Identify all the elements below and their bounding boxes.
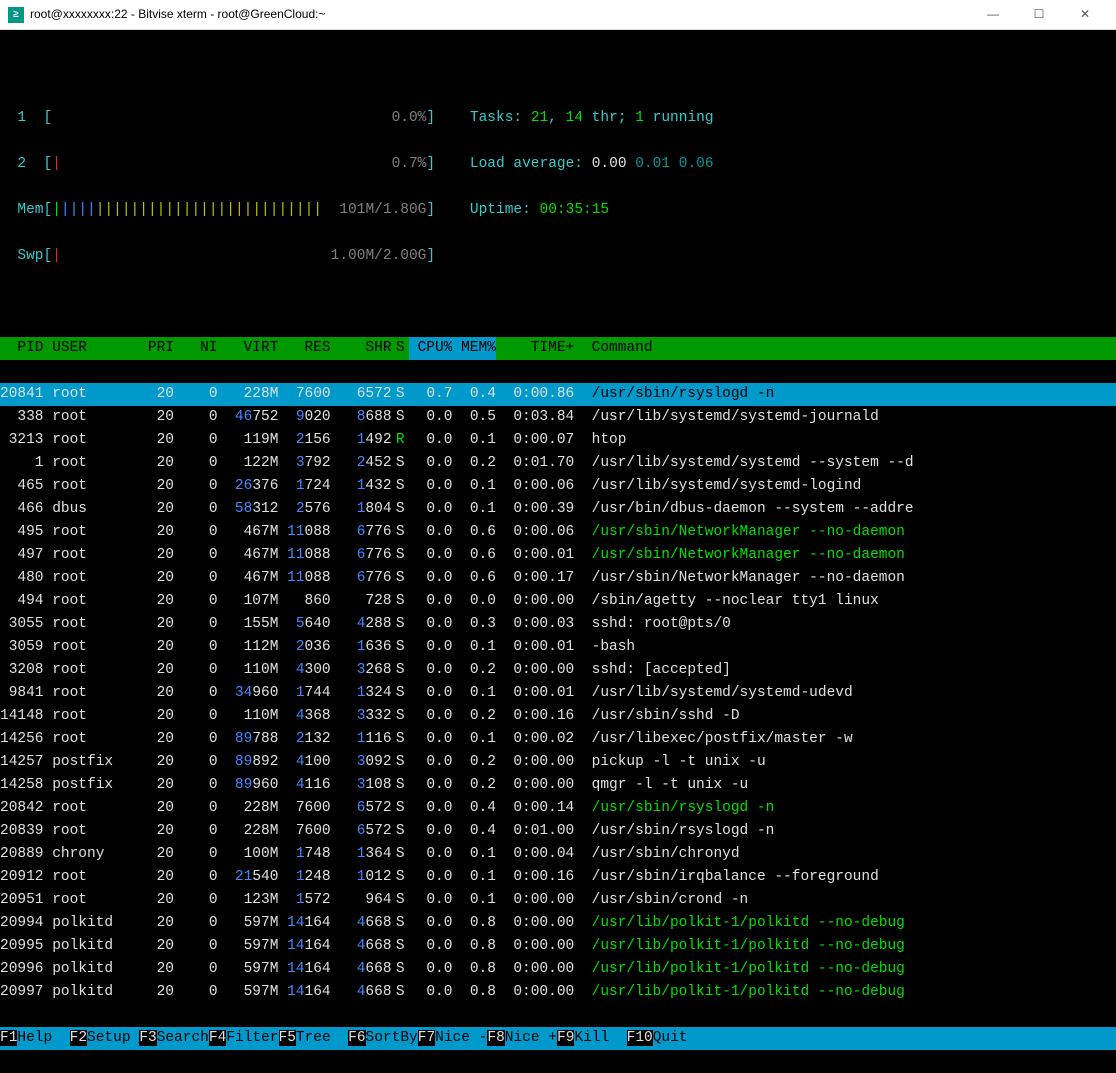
table-row[interactable]: 480root200467M110886776S0.00.60:00.17/us… [0, 567, 1116, 590]
f5-key[interactable]: F5 [279, 1030, 296, 1046]
hdr-ni[interactable]: NI [174, 337, 218, 360]
f3-key[interactable]: F3 [139, 1030, 156, 1046]
hdr-user[interactable]: USER [44, 337, 122, 360]
f1-help[interactable]: Help [17, 1030, 69, 1046]
table-row[interactable]: 14148root200110M43683332S0.00.20:00.16/u… [0, 705, 1116, 728]
mem-meter: Mem[|||||||||||||||||||||||||||||||101M/… [0, 199, 1116, 222]
minimize-button[interactable]: — [970, 0, 1016, 30]
blank-line [0, 61, 1116, 84]
f5-tree[interactable]: Tree [296, 1030, 348, 1046]
table-row[interactable]: 20841root200228M76006572S0.70.40:00.86/u… [0, 383, 1116, 406]
table-row[interactable]: 495root200467M110886776S0.00.60:00.06/us… [0, 521, 1116, 544]
f4-filter[interactable]: Filter [226, 1030, 278, 1046]
hdr-cmd[interactable]: Command [574, 337, 652, 360]
f8-nice-plus[interactable]: Nice + [505, 1030, 557, 1046]
process-list[interactable]: 20841root200228M76006572S0.70.40:00.86/u… [0, 383, 1116, 1004]
table-row[interactable]: 465root2002637617241432S0.00.10:00.06/us… [0, 475, 1116, 498]
app-icon: ≥ [8, 7, 24, 23]
f6-key[interactable]: F6 [348, 1030, 365, 1046]
hdr-mem[interactable]: MEM% [452, 337, 496, 360]
hdr-shr[interactable]: SHR [331, 337, 392, 360]
f9-key[interactable]: F9 [557, 1030, 574, 1046]
table-row[interactable]: 14257postfix2008989241003092S0.00.20:00.… [0, 751, 1116, 774]
f9-kill[interactable]: Kill [574, 1030, 626, 1046]
f6-sortby[interactable]: SortBy [366, 1030, 418, 1046]
terminal[interactable]: 1 [0.0%] Tasks: 21, 14 thr; 1 running 2 … [0, 30, 1116, 1073]
table-row[interactable]: 20996polkitd200597M141644668S0.00.80:00.… [0, 958, 1116, 981]
swp-meter: Swp[|1.00M/2.00G] [0, 245, 1116, 268]
table-row[interactable]: 3059root200112M20361636S0.00.10:00.01-ba… [0, 636, 1116, 659]
table-row[interactable]: 338root2004675290208688S0.00.50:03.84/us… [0, 406, 1116, 429]
cpu2-meter: 2 [|0.7%] Load average: 0.00 0.01 0.06 [0, 153, 1116, 176]
table-row[interactable]: 466dbus2005831225761804S0.00.10:00.39/us… [0, 498, 1116, 521]
table-row[interactable]: 494root200107M860728S0.00.00:00.00/sbin/… [0, 590, 1116, 613]
maximize-button[interactable]: ☐ [1016, 0, 1062, 30]
f1-key[interactable]: F1 [0, 1030, 17, 1046]
table-row[interactable]: 1root200122M37922452S0.00.20:01.70/usr/l… [0, 452, 1116, 475]
f7-nice-minus[interactable]: Nice - [435, 1030, 487, 1046]
cpu1-meter: 1 [0.0%] Tasks: 21, 14 thr; 1 running [0, 107, 1116, 130]
table-row[interactable]: 20842root200228M76006572S0.00.40:00.14/u… [0, 797, 1116, 820]
f10-key[interactable]: F10 [627, 1030, 653, 1046]
f4-key[interactable]: F4 [209, 1030, 226, 1046]
hdr-time[interactable]: TIME+ [496, 337, 574, 360]
table-row[interactable]: 20912root2002154012481012S0.00.10:00.16/… [0, 866, 1116, 889]
hdr-pri[interactable]: PRI [122, 337, 174, 360]
table-row[interactable]: 14258postfix2008996041163108S0.00.20:00.… [0, 774, 1116, 797]
table-row[interactable]: 497root200467M110886776S0.00.60:00.01/us… [0, 544, 1116, 567]
table-row[interactable]: 20995polkitd200597M141644668S0.00.80:00.… [0, 935, 1116, 958]
function-bar: F1Help F2Setup F3SearchF4FilterF5Tree F6… [0, 1027, 1116, 1050]
table-header[interactable]: PIDUSERPRINIVIRTRESSHRSCPU%MEM%TIME+Comm… [0, 337, 1116, 360]
close-button[interactable]: ✕ [1062, 0, 1108, 30]
table-row[interactable]: 20889chrony200100M17481364S0.00.10:00.04… [0, 843, 1116, 866]
table-row[interactable]: 20839root200228M76006572S0.00.40:01.00/u… [0, 820, 1116, 843]
f2-setup[interactable]: Setup [87, 1030, 139, 1046]
table-row[interactable]: 14256root2008978821321116S0.00.10:00.02/… [0, 728, 1116, 751]
f2-key[interactable]: F2 [70, 1030, 87, 1046]
hdr-virt[interactable]: VIRT [218, 337, 279, 360]
table-row[interactable]: 20997polkitd200597M141644668S0.00.80:00.… [0, 981, 1116, 1004]
f8-key[interactable]: F8 [487, 1030, 504, 1046]
window-title: root@xxxxxxxx:22 - Bitvise xterm - root@… [30, 3, 325, 26]
table-row[interactable]: 20994polkitd200597M141644668S0.00.80:00.… [0, 912, 1116, 935]
window-titlebar: ≥ root@xxxxxxxx:22 - Bitvise xterm - roo… [0, 0, 1116, 30]
table-row[interactable]: 3213root200119M21561492R0.00.10:00.07hto… [0, 429, 1116, 452]
table-row[interactable]: 9841root2003496017441324S0.00.10:00.01/u… [0, 682, 1116, 705]
hdr-pid[interactable]: PID [0, 337, 44, 360]
table-row[interactable]: 3055root200155M56404288S0.00.30:00.03ssh… [0, 613, 1116, 636]
hdr-res[interactable]: RES [278, 337, 330, 360]
table-row[interactable]: 20951root200123M1572964S0.00.10:00.00/us… [0, 889, 1116, 912]
blank-line [0, 291, 1116, 314]
hdr-s[interactable]: S [392, 337, 409, 360]
f10-quit[interactable]: Quit [653, 1030, 705, 1046]
f3-search[interactable]: Search [157, 1030, 209, 1046]
f7-key[interactable]: F7 [418, 1030, 435, 1046]
table-row[interactable]: 3208root200110M43003268S0.00.20:00.00ssh… [0, 659, 1116, 682]
hdr-cpu[interactable]: CPU% [409, 337, 453, 360]
